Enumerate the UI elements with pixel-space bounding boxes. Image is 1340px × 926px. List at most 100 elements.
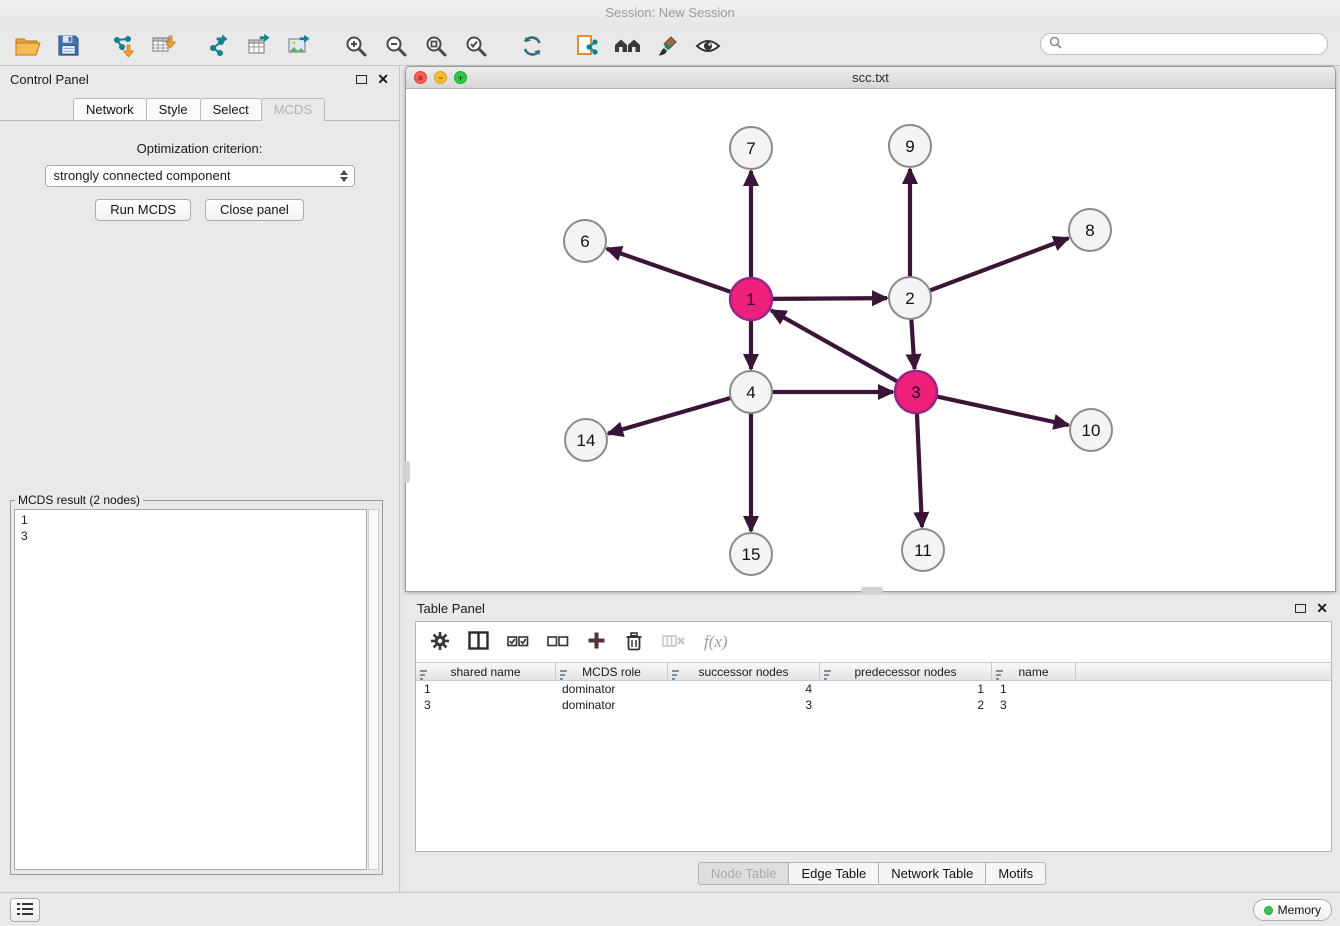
delete-column-icon <box>662 633 686 652</box>
deselect-all-icon[interactable] <box>547 633 569 652</box>
graph-node-11[interactable]: 11 <box>902 529 944 571</box>
tab-select[interactable]: Select <box>200 98 262 120</box>
refresh-view-icon[interactable] <box>512 30 552 62</box>
tab-network-table[interactable]: Network Table <box>878 862 986 885</box>
zoom-in-icon[interactable] <box>336 30 376 62</box>
zoom-fit-icon[interactable] <box>416 30 456 62</box>
task-history-button[interactable] <box>10 898 40 922</box>
column-header-mcds-role[interactable]: MCDS role <box>556 663 668 680</box>
export-table-icon[interactable] <box>240 30 280 62</box>
export-image-icon[interactable] <box>280 30 320 62</box>
tab-edge-table[interactable]: Edge Table <box>788 862 879 885</box>
table-row[interactable]: 1 dominator 4 1 1 <box>416 681 1331 697</box>
table-settings-gear-icon[interactable] <box>430 631 450 654</box>
graph-node-1[interactable]: 1 <box>730 278 772 320</box>
mcds-result-title: MCDS result (2 nodes) <box>15 493 143 507</box>
cell-shared-name[interactable]: 1 <box>416 681 556 697</box>
control-panel: Control Panel ✕ Network Style Select MCD… <box>0 66 400 892</box>
optimization-selected-value: strongly connected component <box>54 168 231 183</box>
search-input[interactable] <box>1067 37 1319 51</box>
tab-network[interactable]: Network <box>73 98 147 120</box>
sort-icon <box>420 667 431 685</box>
optimization-select[interactable]: strongly connected component <box>45 165 355 187</box>
canvas-horizontal-scrollbar[interactable] <box>861 587 883 594</box>
network-window-titlebar[interactable]: × − + scc.txt <box>406 67 1335 89</box>
close-table-panel-icon[interactable]: ✕ <box>1316 602 1328 614</box>
export-network-icon[interactable] <box>200 30 240 62</box>
cell-successor-nodes[interactable]: 3 <box>668 697 820 713</box>
float-panel-icon[interactable] <box>356 75 367 84</box>
graph-node-2[interactable]: 2 <box>889 277 931 319</box>
result-scrollbar[interactable] <box>368 509 379 870</box>
graph-node-10[interactable]: 10 <box>1070 409 1112 451</box>
graph-node-3[interactable]: 3 <box>895 371 937 413</box>
graph-edge-3-10[interactable] <box>937 396 1069 425</box>
show-hide-icon[interactable] <box>688 30 728 62</box>
control-panel-title: Control Panel <box>10 72 89 87</box>
graph-node-6[interactable]: 6 <box>564 220 606 262</box>
table-row[interactable]: 3 dominator 3 2 3 <box>416 697 1331 713</box>
window-zoom-icon[interactable]: + <box>454 71 467 84</box>
style-paint-icon[interactable] <box>648 30 688 62</box>
delete-trash-icon[interactable] <box>624 631 644 654</box>
overview-icon[interactable] <box>608 30 648 62</box>
graph-node-label: 9 <box>905 137 914 156</box>
graph-node-label: 3 <box>911 383 920 402</box>
canvas-vertical-scrollbar[interactable] <box>403 461 410 483</box>
graph-edge-3-11[interactable] <box>917 413 922 527</box>
graph-edge-4-14[interactable] <box>608 398 731 434</box>
graph-edge-2-8[interactable] <box>930 238 1069 290</box>
graph-node-label: 15 <box>742 545 761 564</box>
network-canvas[interactable]: 7 9 6 8 1 2 4 3 14 10 15 11 <box>406 89 1335 591</box>
graph-node-label: 1 <box>746 290 755 309</box>
cell-successor-nodes[interactable]: 4 <box>668 681 820 697</box>
close-panel-icon[interactable]: ✕ <box>377 73 389 85</box>
float-table-panel-icon[interactable] <box>1295 604 1306 613</box>
graph-node-7[interactable]: 7 <box>730 127 772 169</box>
close-panel-button[interactable]: Close panel <box>205 199 304 221</box>
cell-shared-name[interactable]: 3 <box>416 697 556 713</box>
tab-mcds[interactable]: MCDS <box>261 98 325 121</box>
graph-node-8[interactable]: 8 <box>1069 209 1111 251</box>
sort-icon <box>672 667 683 685</box>
mcds-result-list[interactable]: 1 3 <box>14 509 367 870</box>
graph-node-15[interactable]: 15 <box>730 533 772 575</box>
window-titlebar[interactable]: Session: New Session <box>0 0 1340 26</box>
graph-edge-1-6[interactable] <box>607 249 731 292</box>
window-close-icon[interactable]: × <box>414 71 427 84</box>
zoom-selected-icon[interactable] <box>456 30 496 62</box>
sort-icon <box>996 667 1007 685</box>
graph-edge-2-3[interactable] <box>911 319 914 369</box>
save-session-icon[interactable] <box>48 30 88 62</box>
open-session-icon[interactable] <box>8 30 48 62</box>
column-header-predecessor-nodes[interactable]: predecessor nodes <box>820 663 992 680</box>
window-minimize-icon[interactable]: − <box>434 71 447 84</box>
graph-edge-1-2[interactable] <box>772 298 887 299</box>
graph-node-4[interactable]: 4 <box>730 371 772 413</box>
add-column-icon[interactable] <box>587 631 606 653</box>
graph-node-label: 4 <box>746 383 755 402</box>
column-header-name[interactable]: name <box>992 663 1076 680</box>
run-mcds-button[interactable]: Run MCDS <box>95 199 191 221</box>
column-header-shared-name[interactable]: shared name <box>416 663 556 680</box>
graph-node-14[interactable]: 14 <box>565 419 607 461</box>
cell-name[interactable]: 3 <box>992 697 1076 713</box>
tab-motifs[interactable]: Motifs <box>985 862 1046 885</box>
split-columns-icon[interactable] <box>468 631 489 653</box>
column-header-successor-nodes[interactable]: successor nodes <box>668 663 820 680</box>
tab-node-table[interactable]: Node Table <box>698 862 790 885</box>
cell-predecessor-nodes[interactable]: 1 <box>820 681 992 697</box>
import-table-icon[interactable] <box>144 30 184 62</box>
graph-node-9[interactable]: 9 <box>889 125 931 167</box>
tab-style[interactable]: Style <box>146 98 201 120</box>
cell-mcds-role[interactable]: dominator <box>556 681 668 697</box>
zoom-out-icon[interactable] <box>376 30 416 62</box>
cell-predecessor-nodes[interactable]: 2 <box>820 697 992 713</box>
cell-mcds-role[interactable]: dominator <box>556 697 668 713</box>
graph-edge-3-1[interactable] <box>771 310 898 381</box>
import-network-icon[interactable] <box>104 30 144 62</box>
clone-network-icon[interactable] <box>568 30 608 62</box>
memory-button[interactable]: Memory <box>1253 899 1332 921</box>
toolbar-search[interactable] <box>1040 33 1328 55</box>
select-all-icon[interactable] <box>507 633 529 652</box>
